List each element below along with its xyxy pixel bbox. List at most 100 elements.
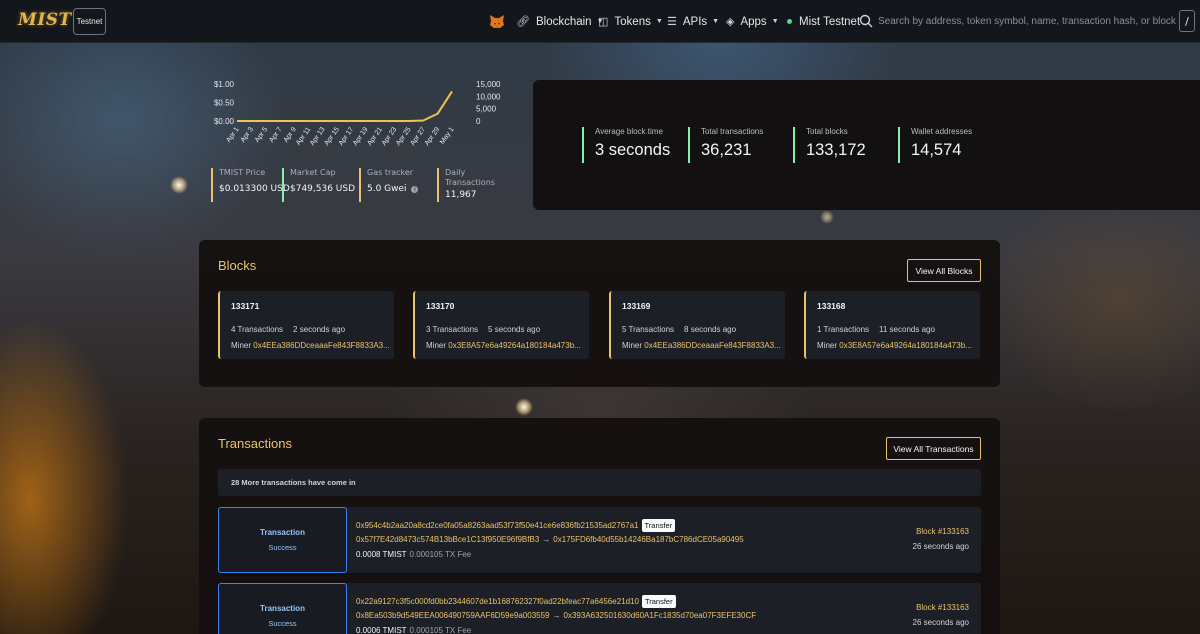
miner-label: Miner: [817, 341, 838, 350]
stat-value: 11,967: [445, 190, 477, 200]
stat-label: Gas tracker: [367, 168, 414, 177]
block-tile[interactable]: 133171 4 Transactions 2 seconds ago Miner…: [218, 291, 394, 359]
nav-blockchain[interactable]: 🔗︎ Blockchain ▼: [516, 0, 604, 43]
layers-icon: ◈: [726, 16, 735, 28]
x-axis-tick: Apr 1: [225, 126, 240, 144]
right-axis-tick: 15,000: [476, 80, 501, 89]
stat-value: 5.0 Gwei i: [367, 184, 419, 194]
block-age: 2 seconds ago: [293, 325, 346, 334]
tx-block-link[interactable]: Block #133163: [916, 603, 969, 612]
tx-status-box: Transaction Success: [218, 583, 347, 634]
tx-age: 26 seconds ago: [912, 618, 970, 627]
top-navbar: MIST Testnet 🔗︎ Blockchain ▼ ◫ Tokens ▼ …: [0, 0, 1200, 43]
block-tx-count: 5 Transactions: [622, 325, 675, 334]
tx-status: Success: [268, 543, 297, 552]
network-badge[interactable]: Testnet: [73, 8, 106, 35]
metamask-fox-icon[interactable]: [489, 14, 505, 29]
stat-total-blocks: Total blocks 133,172: [793, 127, 866, 163]
miner-address[interactable]: 0x4EEa386DDceaaaFe843F8833A3...: [253, 341, 390, 350]
tx-from-to: 0x57f7E42d8473c574B13bBce1C13f950E96f9Bf…: [356, 535, 744, 544]
block-miner: Miner 0x3E8A57e6a49264a180184a473b...: [817, 341, 977, 350]
chart-svg: $1.00$0.50$0.0015,00010,0005,0000Apr 1 Ap…: [214, 80, 501, 147]
block-tile[interactable]: 133169 5 Transactions 8 seconds ago Miner…: [609, 291, 785, 359]
block-meta: 1 Transactions 11 seconds ago: [817, 325, 935, 334]
tx-amount: 0.0008 TMIST: [356, 550, 407, 559]
tx-block-link[interactable]: Block #133163: [916, 527, 969, 536]
block-tx-count: 4 Transactions: [231, 325, 284, 334]
miner-label: Miner: [426, 341, 447, 350]
chevron-down-icon: ▼: [712, 18, 720, 25]
transaction-row[interactable]: Transaction Success 0x22a9127c3f5c000fd0…: [218, 583, 981, 634]
block-tile[interactable]: 133168 1 Transactions 11 seconds ago Mine…: [804, 291, 980, 359]
blocks-title: Blocks: [218, 258, 257, 273]
tx-type: Transaction: [260, 604, 305, 613]
search-shortcut-key: /: [1179, 10, 1195, 32]
miner-address[interactable]: 0x3E8A57e6a49264a180184a473b...: [839, 341, 972, 350]
nav-apps[interactable]: ◈ Apps ▼: [726, 0, 779, 43]
nav-tokens-label: Tokens: [614, 15, 651, 28]
network-status-label: Mist Testnet: [799, 15, 861, 28]
search-input[interactable]: [878, 11, 1178, 31]
block-tx-count: 1 Transactions: [817, 325, 870, 334]
status-dot-icon: [787, 19, 792, 24]
tx-hash[interactable]: 0x954c4b2aa20a8cd2ce0fa05a8263aad53f73f5…: [356, 521, 639, 530]
search-icon[interactable]: [859, 14, 873, 28]
block-age: 5 seconds ago: [488, 325, 541, 334]
nav-tokens[interactable]: ◫ Tokens ▼: [598, 0, 663, 43]
tx-from[interactable]: 0x57f7E42d8473c574B13bBce1C13f950E96f9Bf…: [356, 535, 539, 544]
miner-address[interactable]: 0x3E8A57e6a49264a180184a473b...: [448, 341, 581, 350]
stat-value: 3 seconds: [595, 141, 671, 159]
tx-from-to: 0x8Ea503b9d549EEA006490759AAF6D59e9a0035…: [356, 611, 756, 620]
left-axis-tick: $0.50: [214, 99, 235, 108]
x-axis-tick: May 1: [439, 126, 456, 146]
block-number[interactable]: 133168: [817, 301, 845, 311]
stat-market-cap: Market Cap $749,536 USD: [282, 168, 355, 202]
tx-amount-line: 0.0008 TMIST 0.000105 TX Fee: [356, 550, 471, 559]
left-axis-tick: $1.00: [214, 80, 235, 89]
info-icon[interactable]: i: [411, 186, 419, 193]
tx-fee: 0.000105 TX Fee: [409, 550, 472, 559]
nav-blockchain-label: Blockchain: [535, 15, 592, 28]
miner-address[interactable]: 0x4EEa386DDceaaaFe843F8833A3...: [644, 341, 781, 350]
link-icon: 🔗︎: [516, 16, 530, 28]
block-number[interactable]: 133171: [231, 301, 259, 311]
tx-from[interactable]: 0x8Ea503b9d549EEA006490759AAF6D59e9a0035…: [356, 611, 550, 620]
stat-label: TMIST Price: [219, 168, 266, 177]
stat-value: 36,231: [701, 141, 752, 159]
tx-to[interactable]: 0x393A632501630d60A1Fc1835d70ea07F3EFE30…: [564, 611, 757, 620]
block-meta: 4 Transactions 2 seconds ago: [231, 325, 345, 334]
block-number[interactable]: 133170: [426, 301, 454, 311]
transactions-card: Transactions View All Transactions 28 Mo…: [199, 418, 1000, 634]
block-tile[interactable]: 133170 3 Transactions 5 seconds ago Miner…: [413, 291, 589, 359]
block-miner: Miner 0x4EEa386DDceaaaFe843F8833A3...: [231, 341, 391, 350]
transaction-row[interactable]: Transaction Success 0x954c4b2aa20a8cd2ce…: [218, 507, 981, 573]
x-axis-tick: Apr 7: [268, 126, 283, 144]
tx-hash[interactable]: 0x22a9127c3f5c000fd0bb2344607de1b1687623…: [356, 597, 639, 606]
nav-apis[interactable]: ☰ APIs ▼: [667, 0, 719, 43]
tx-age: 26 seconds ago: [912, 542, 970, 551]
miner-label: Miner: [622, 341, 643, 350]
tx-tag: Transfer: [641, 519, 676, 532]
tx-hash-line: 0x954c4b2aa20a8cd2ce0fa05a8263aad53f73f5…: [356, 519, 676, 532]
blocks-card: Blocks View All Blocks 133171 4 Transact…: [199, 240, 1000, 387]
block-meta: 3 Transactions 5 seconds ago: [426, 325, 540, 334]
tx-status-box: Transaction Success: [218, 507, 347, 573]
view-all-blocks-button[interactable]: View All Blocks: [907, 259, 981, 282]
left-axis-tick: $0.00: [214, 117, 235, 126]
mist-logo[interactable]: MIST: [18, 10, 71, 32]
new-transactions-notice[interactable]: 28 More transactions have come in: [218, 469, 981, 496]
block-age: 8 seconds ago: [684, 325, 737, 334]
arrow-right-icon: →: [542, 535, 551, 544]
stat-value: $0.013300 USD: [219, 184, 290, 194]
x-axis-tick: Apr 29: [424, 126, 442, 147]
tx-hash-line: 0x22a9127c3f5c000fd0bb2344607de1b1687623…: [356, 595, 676, 608]
block-miner: Miner 0x4EEa386DDceaaaFe843F8833A3...: [622, 341, 782, 350]
tx-to[interactable]: 0x175FD6fb40d55b14246Ba187bC786dCE05a904…: [553, 535, 743, 544]
stat-daily-transactions: Daily Transactions 11,967: [437, 168, 500, 202]
tx-tag: Transfer: [641, 595, 676, 608]
network-status[interactable]: Mist Testnet: [787, 0, 860, 43]
view-all-transactions-button[interactable]: View All Transactions: [886, 437, 981, 460]
block-number[interactable]: 133169: [622, 301, 650, 311]
stat-value: 133,172: [806, 141, 866, 159]
block-age: 11 seconds ago: [879, 325, 935, 334]
